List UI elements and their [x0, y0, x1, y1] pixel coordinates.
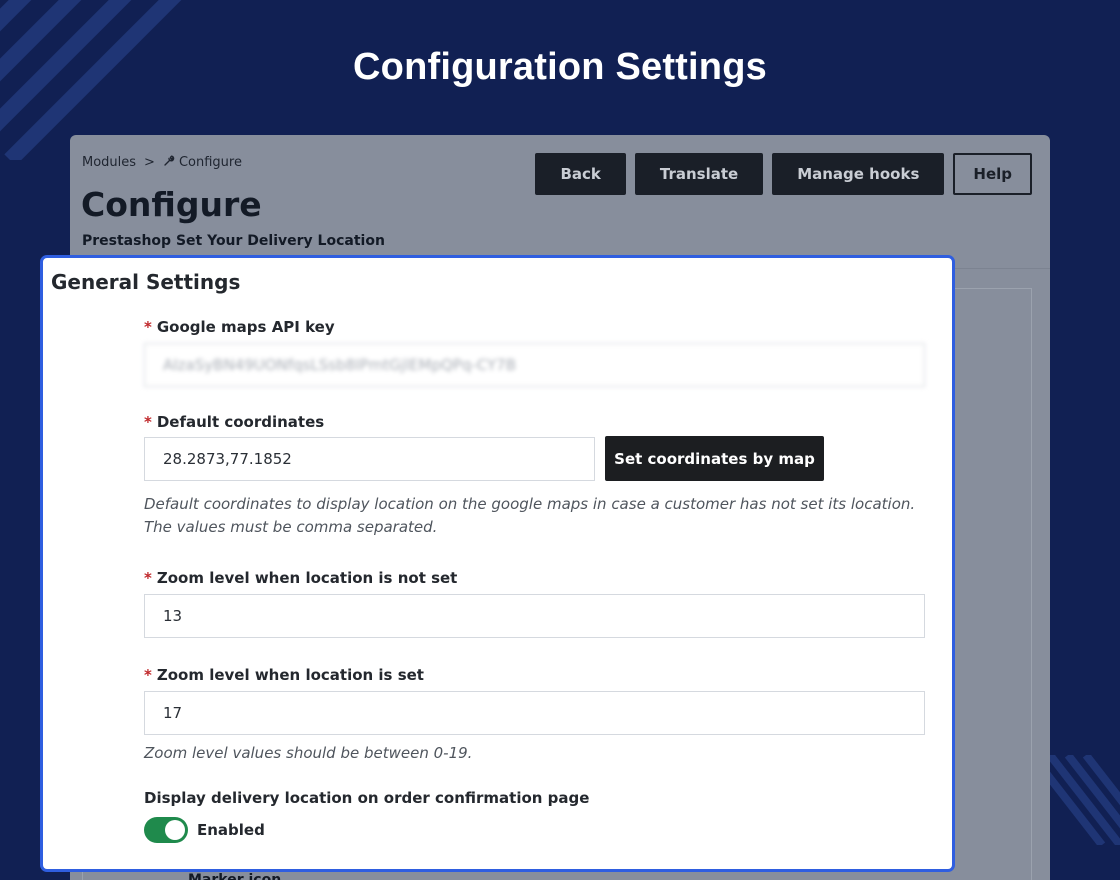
set-coordinates-by-map-button[interactable]: Set coordinates by map: [605, 436, 824, 481]
api-key-input[interactable]: [144, 343, 925, 387]
toolbar: Back Translate Manage hooks Help: [535, 153, 1032, 195]
display-location-label: Display delivery location on order confi…: [144, 789, 590, 807]
zoom-not-set-label-text: Zoom level when location is not set: [156, 569, 458, 587]
required-mark: *: [144, 569, 152, 587]
admin-page-title: Configure: [81, 185, 262, 224]
decorative-stripes-bottom-right: [1050, 755, 1120, 845]
api-key-label: * Google maps API key: [144, 318, 335, 336]
breadcrumb-configure: Configure: [178, 155, 242, 170]
breadcrumb-modules[interactable]: Modules: [82, 155, 136, 170]
zoom-set-input[interactable]: [144, 691, 925, 735]
zoom-not-set-label: * Zoom level when location is not set: [144, 569, 457, 587]
admin-header: Modules > Configure Configure Prestashop S…: [70, 135, 1050, 269]
required-mark: *: [144, 413, 152, 431]
back-button[interactable]: Back: [535, 153, 626, 195]
zoom-set-label-text: Zoom level when location is set: [156, 666, 424, 684]
zoom-set-label: * Zoom level when location is set: [144, 666, 424, 684]
coordinates-help-text: Default coordinates to display location …: [144, 495, 916, 536]
breadcrumb: Modules > Configure: [82, 155, 242, 171]
wrench-icon: [163, 155, 175, 171]
zoom-help-text: Zoom level values should be between 0-19…: [144, 744, 473, 762]
zoom-not-set-input[interactable]: [144, 594, 925, 638]
default-coordinates-label-text: Default coordinates: [156, 413, 325, 431]
help-button[interactable]: Help: [953, 153, 1032, 195]
required-mark: *: [144, 318, 152, 336]
general-settings-title: General Settings: [51, 270, 241, 294]
manage-hooks-button[interactable]: Manage hooks: [772, 153, 945, 195]
default-coordinates-label: * Default coordinates: [144, 413, 324, 431]
toggle-knob: [165, 820, 185, 840]
breadcrumb-separator: >: [144, 155, 155, 170]
marker-icon-label: Marker icon: [188, 872, 282, 880]
page-heading: Configuration Settings: [353, 46, 767, 88]
display-location-toggle[interactable]: [144, 817, 188, 843]
general-settings-card: General Settings *Google maps API key *D…: [40, 255, 955, 872]
translate-button[interactable]: Translate: [634, 153, 764, 195]
admin-page-subtitle: Prestashop Set Your Delivery Location: [82, 233, 385, 249]
api-key-label-text: Google maps API key: [156, 318, 335, 336]
display-location-state: Enabled: [197, 821, 265, 839]
default-coordinates-input[interactable]: [144, 437, 595, 481]
required-mark: *: [144, 666, 152, 684]
